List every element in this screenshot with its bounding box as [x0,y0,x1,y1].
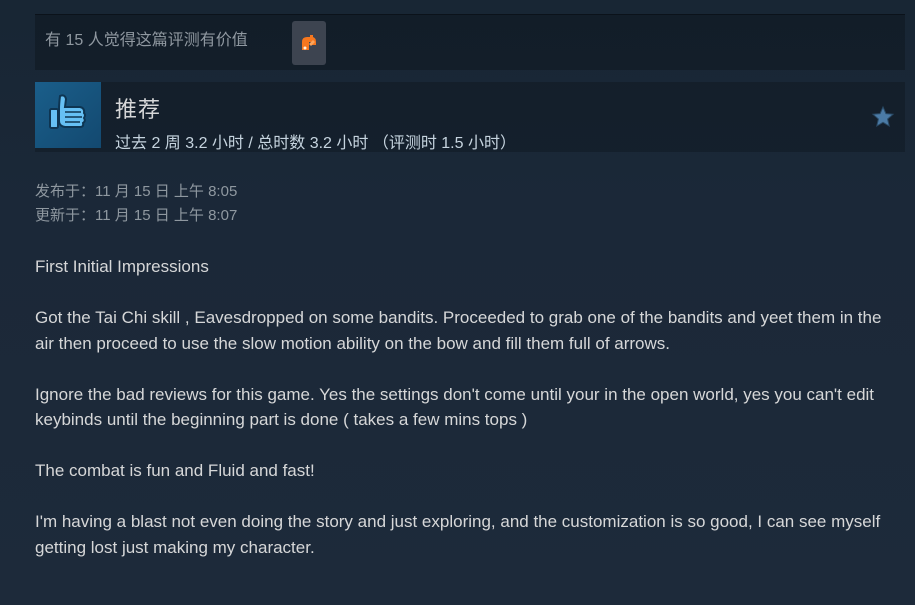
helpful-count-text: 有 15 人觉得这篇评测有价值 [45,32,248,49]
review-paragraph: The combat is fun and Fluid and fast! [35,461,315,480]
recommendation-title: 推荐 [115,97,162,122]
review-dates: 发布于：11 月 15 日 上午 8:05 更新于：11 月 15 日 上午 8… [35,180,237,228]
updated-date: 更新于：11 月 15 日 上午 8:07 [35,207,238,224]
review-paragraph: Got the Tai Chi skill , Eavesdropped on … [35,308,882,353]
review-paragraph: First Initial Impressions [35,257,209,276]
review-paragraph: Ignore the bad reviews for this game. Ye… [35,384,875,430]
star-icon[interactable] [871,105,895,129]
playtime-hours: 过去 2 周 3.2 小时 / 总时数 3.2 小时 （评测时 1.5 小时） [115,135,516,152]
helpful-bar: 有 15 人觉得这篇评测有价值 [35,14,905,70]
award-button[interactable] [292,21,326,65]
review-body: First Initial Impressions Got the Tai Ch… [35,254,905,586]
review-paragraph: I'm having a blast not even doing the st… [35,512,881,557]
thumbs-up-icon [49,94,86,129]
award-icon [302,35,316,50]
posted-date: 发布于：11 月 15 日 上午 8:05 [35,183,238,200]
review-header: 推荐 过去 2 周 3.2 小时 / 总时数 3.2 小时 （评测时 1.5 小… [35,82,905,152]
thumb-box [35,82,101,148]
